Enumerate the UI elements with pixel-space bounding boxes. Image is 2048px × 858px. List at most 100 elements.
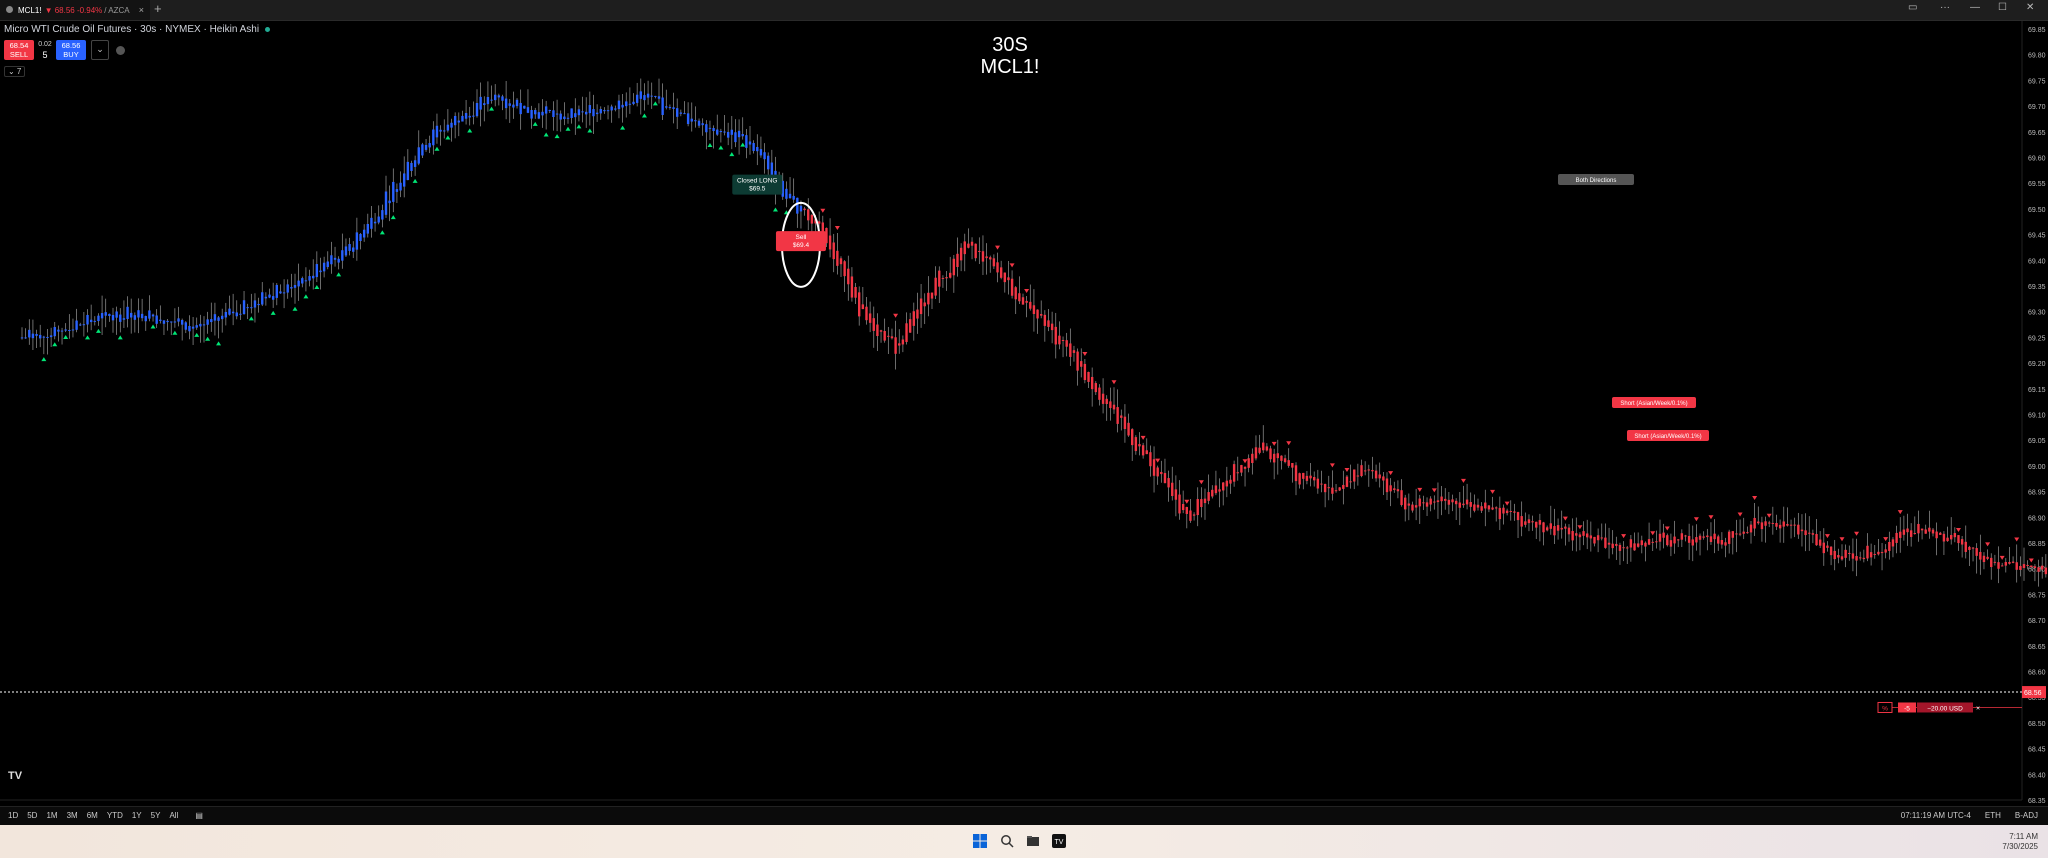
candle-body bbox=[1294, 465, 1298, 482]
clock-time[interactable]: 07:11:19 AM UTC-4 bbox=[1901, 811, 1971, 820]
chart-pane[interactable]: 69.85 69.80 69.75 69.70 69.65 69.60 69.55 69.50… bbox=[0, 21, 2048, 819]
range-1y[interactable]: 1Y bbox=[132, 811, 142, 820]
range-3m[interactable]: 3M bbox=[67, 811, 78, 820]
range-1m[interactable]: 1M bbox=[46, 811, 57, 820]
candle-body bbox=[1622, 547, 1625, 549]
tradingview-app-icon[interactable]: TV bbox=[1052, 834, 1066, 848]
candle-body bbox=[1709, 536, 1713, 542]
minimize-button[interactable]: — bbox=[1970, 2, 1980, 13]
candle-body bbox=[1899, 531, 1902, 538]
candle-body bbox=[202, 324, 206, 326]
price-tick-label: 69.05 bbox=[2028, 438, 2046, 445]
buy-signal-arrow bbox=[412, 178, 418, 183]
file-explorer-icon[interactable] bbox=[1026, 834, 1040, 848]
candle-body bbox=[1535, 521, 1538, 528]
quantity-value[interactable]: 5 bbox=[37, 50, 53, 60]
tab-close-icon[interactable]: × bbox=[139, 5, 144, 15]
candle-body bbox=[1465, 499, 1469, 505]
candle-body bbox=[865, 306, 868, 321]
candle-body bbox=[1804, 530, 1807, 536]
range-5d[interactable]: 5D bbox=[27, 811, 37, 820]
candle-body bbox=[1891, 539, 1895, 547]
chart-canvas[interactable]: 69.85 69.80 69.75 69.70 69.65 69.60 69.55 69.50… bbox=[0, 21, 2048, 819]
candle-body bbox=[705, 124, 708, 133]
candle-body bbox=[1021, 297, 1025, 305]
trade-marker-label: Sell bbox=[796, 234, 807, 241]
candle-body bbox=[159, 319, 162, 322]
candle-body bbox=[868, 313, 872, 323]
candle-body bbox=[719, 130, 723, 133]
system-clock[interactable]: 7:11 AM 7/30/2025 bbox=[2002, 832, 2038, 852]
candle-body bbox=[337, 258, 340, 263]
chevron-down-icon[interactable]: ⌄ bbox=[91, 40, 109, 60]
candle-body bbox=[1014, 287, 1017, 300]
candle-body bbox=[1727, 531, 1731, 544]
candle-body bbox=[1411, 504, 1414, 511]
candle-body bbox=[650, 95, 653, 97]
range-5y[interactable]: 5Y bbox=[151, 811, 161, 820]
candle-body bbox=[748, 141, 752, 145]
candle-body bbox=[195, 325, 198, 328]
sell-button[interactable]: 68.54 SELL bbox=[4, 40, 34, 60]
range-6m[interactable]: 6M bbox=[87, 811, 98, 820]
price-tick-label: 69.70 bbox=[2028, 104, 2046, 111]
candle-body bbox=[257, 303, 260, 306]
candle-body bbox=[46, 336, 49, 338]
candle-body bbox=[599, 109, 602, 114]
search-icon[interactable] bbox=[1000, 834, 1014, 848]
watermark-interval: 30S bbox=[992, 34, 1028, 56]
candle-body bbox=[443, 130, 446, 132]
candle-body bbox=[1353, 469, 1356, 482]
session-toggle[interactable]: ETH bbox=[1985, 811, 2001, 820]
candle-body bbox=[1651, 541, 1654, 543]
indicators-toggle[interactable]: ⌄ 7 bbox=[4, 66, 26, 77]
more-options-icon[interactable]: ··· bbox=[1940, 2, 1950, 13]
sell-signal-arrow bbox=[1111, 380, 1117, 385]
candle-body bbox=[1378, 474, 1381, 479]
buy-button[interactable]: 68.56 BUY bbox=[56, 40, 86, 60]
spread-qty: 0.02 5 bbox=[37, 40, 53, 60]
windows-start-icon[interactable] bbox=[973, 834, 987, 848]
candle-body bbox=[279, 291, 282, 294]
buy-signal-arrow bbox=[445, 135, 451, 140]
range-ytd[interactable]: YTD bbox=[107, 811, 123, 820]
date-range-icon[interactable]: ▤ bbox=[195, 811, 203, 820]
buy-signal-arrow bbox=[565, 126, 571, 131]
symbol-tab[interactable]: MCL1! ▼ 68.56 -0.94% / AZCA × bbox=[0, 0, 150, 20]
candle-body bbox=[348, 244, 351, 251]
price-tick-label: 68.45 bbox=[2028, 747, 2046, 754]
candle-body bbox=[1797, 524, 1800, 535]
candle-body bbox=[985, 256, 988, 259]
candle-body bbox=[1524, 521, 1527, 525]
candle-body bbox=[625, 101, 628, 107]
candle-body bbox=[989, 257, 992, 260]
candle-body bbox=[745, 135, 748, 148]
buy-signal-arrow bbox=[532, 121, 538, 126]
candle-body bbox=[1829, 546, 1833, 556]
candle-body bbox=[483, 103, 486, 106]
buy-signal-arrow bbox=[652, 101, 658, 106]
range-all[interactable]: All bbox=[169, 811, 178, 820]
close-window-button[interactable]: ✕ bbox=[2026, 2, 2034, 13]
layout-icon[interactable]: ▭ bbox=[1908, 2, 1917, 13]
candle-body bbox=[592, 109, 595, 117]
buy-signal-arrow bbox=[303, 294, 309, 299]
candle-body bbox=[246, 307, 249, 309]
range-1d[interactable]: 1D bbox=[8, 811, 18, 820]
candle-body bbox=[785, 188, 788, 199]
candle-body bbox=[555, 113, 559, 115]
candle-body bbox=[716, 129, 719, 135]
adjustment-toggle[interactable]: B-ADJ bbox=[2015, 811, 2038, 820]
maximize-button[interactable]: ☐ bbox=[1998, 2, 2007, 13]
settings-icon[interactable] bbox=[116, 45, 125, 55]
candle-body bbox=[239, 313, 242, 315]
candle-body bbox=[126, 306, 129, 319]
candle-body bbox=[1505, 510, 1509, 514]
candle-body bbox=[1691, 539, 1694, 546]
candle-body bbox=[1229, 479, 1232, 484]
candle-body bbox=[1160, 471, 1163, 475]
candle-body bbox=[428, 143, 431, 148]
candle-body bbox=[1931, 529, 1935, 534]
candle-body bbox=[1251, 453, 1254, 464]
new-tab-button[interactable]: + bbox=[154, 1, 162, 16]
